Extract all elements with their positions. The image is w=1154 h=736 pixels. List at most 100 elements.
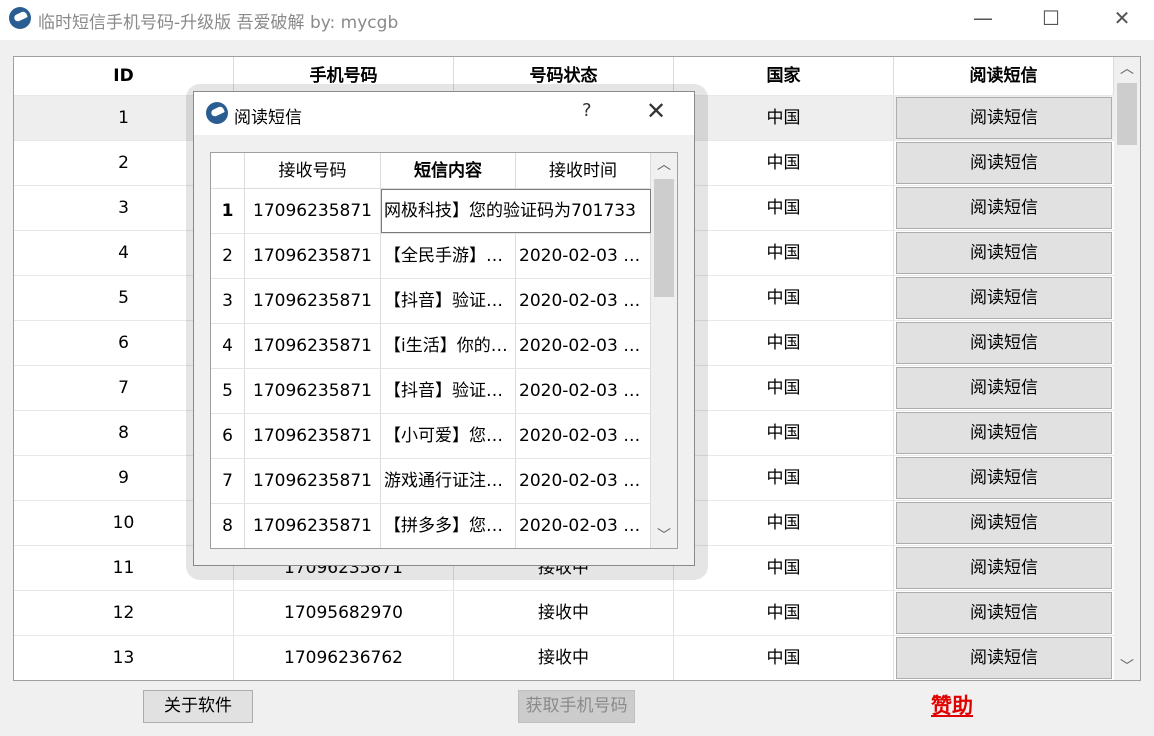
cell-read-sms: 阅读短信 bbox=[894, 276, 1114, 320]
sms-cell-content: 【i生活】你的… bbox=[381, 324, 516, 368]
dialog-title: 阅读短信 bbox=[234, 108, 302, 128]
sms-cell-phone: 17096235871 bbox=[245, 414, 381, 458]
read-sms-button[interactable]: 阅读短信 bbox=[896, 457, 1112, 499]
sms-cell-time: 2020-02-03 … bbox=[516, 324, 651, 368]
sms-cell-content: 【抖音】验证… bbox=[381, 369, 516, 413]
read-sms-button[interactable]: 阅读短信 bbox=[896, 367, 1112, 409]
cell-read-sms: 阅读短信 bbox=[894, 636, 1114, 680]
sms-row-index: 8 bbox=[211, 504, 245, 548]
table-scrollbar[interactable]: ︿ ﹀ bbox=[1114, 57, 1140, 680]
dialog-logo-icon bbox=[206, 102, 228, 124]
sms-cell-content: 【拼多多】您… bbox=[381, 504, 516, 548]
sms-cell-content: 游戏通行证注… bbox=[381, 459, 516, 503]
column-header-sms-content[interactable]: 短信内容 bbox=[381, 153, 516, 189]
sms-scroll-down-arrow-icon[interactable]: ﹀ bbox=[651, 524, 677, 548]
sms-cell-time: 2020-02-03 … bbox=[516, 459, 651, 503]
sms-cell-phone: 17096235871 bbox=[245, 189, 381, 233]
sms-cell-content: 【小可爱】您… bbox=[381, 414, 516, 458]
cell-status: 接收中 bbox=[454, 636, 674, 680]
dialog-help-button[interactable]: ? bbox=[582, 100, 592, 121]
title-bar: 临时短信手机号码-升级版 吾爱破解 by: mycgb — ☐ ✕ bbox=[0, 0, 1154, 40]
read-sms-dialog: 阅读短信 ? ✕ 接收号码 短信内容 接收时间 1 17096235871 2 170… bbox=[193, 91, 695, 566]
sms-row-index: 4 bbox=[211, 324, 245, 368]
cell-phone: 17095682970 bbox=[234, 591, 454, 635]
sms-scroll-up-arrow-icon[interactable]: ︿ bbox=[651, 153, 677, 177]
sms-row[interactable]: 8 17096235871 【拼多多】您… 2020-02-03 … bbox=[211, 504, 651, 548]
sms-scrollbar-thumb[interactable] bbox=[654, 179, 674, 297]
read-sms-button[interactable]: 阅读短信 bbox=[896, 277, 1112, 319]
sms-cell-time: 2020-02-03 … bbox=[516, 369, 651, 413]
read-sms-button[interactable]: 阅读短信 bbox=[896, 232, 1112, 274]
read-sms-button[interactable]: 阅读短信 bbox=[896, 142, 1112, 184]
cell-status: 接收中 bbox=[454, 591, 674, 635]
cell-read-sms: 阅读短信 bbox=[894, 456, 1114, 500]
column-header-read-sms[interactable]: 阅读短信 bbox=[894, 57, 1114, 95]
sms-row[interactable]: 2 17096235871 【全民手游】… 2020-02-03 … bbox=[211, 234, 651, 279]
sms-cell-phone: 17096235871 bbox=[245, 279, 381, 323]
sms-cell-phone: 17096235871 bbox=[245, 459, 381, 503]
sms-table-body: 1 17096235871 2 17096235871 【全民手游】… 2020-02-0… bbox=[211, 189, 651, 548]
read-sms-button[interactable]: 阅读短信 bbox=[896, 322, 1112, 364]
dialog-close-button[interactable]: ✕ bbox=[646, 97, 666, 125]
cell-id: 13 bbox=[14, 636, 234, 680]
cell-read-sms: 阅读短信 bbox=[894, 186, 1114, 230]
cell-read-sms: 阅读短信 bbox=[894, 366, 1114, 410]
sms-cell-time: 2020-02-03 … bbox=[516, 279, 651, 323]
sms-row[interactable]: 6 17096235871 【小可爱】您… 2020-02-03 … bbox=[211, 414, 651, 459]
sms-row[interactable]: 3 17096235871 【抖音】验证… 2020-02-03 … bbox=[211, 279, 651, 324]
sponsor-link[interactable]: 赞助 bbox=[931, 690, 973, 720]
window-title: 临时短信手机号码-升级版 吾爱破解 by: mycgb bbox=[38, 13, 399, 33]
sms-cell-phone: 17096235871 bbox=[245, 324, 381, 368]
read-sms-button[interactable]: 阅读短信 bbox=[896, 637, 1112, 679]
cell-read-sms: 阅读短信 bbox=[894, 591, 1114, 635]
about-software-button[interactable]: 关于软件 bbox=[143, 690, 253, 723]
cell-read-sms: 阅读短信 bbox=[894, 141, 1114, 185]
cell-id: 12 bbox=[14, 591, 234, 635]
column-header-receive-time[interactable]: 接收时间 bbox=[516, 153, 651, 189]
sms-cell-phone: 17096235871 bbox=[245, 504, 381, 548]
sms-row[interactable]: 5 17096235871 【抖音】验证… 2020-02-03 … bbox=[211, 369, 651, 414]
sms-cell-content: 【抖音】验证… bbox=[381, 279, 516, 323]
sms-row[interactable]: 7 17096235871 游戏通行证注… 2020-02-03 … bbox=[211, 459, 651, 504]
sms-row-index: 1 bbox=[211, 189, 245, 233]
column-header-country[interactable]: 国家 bbox=[674, 57, 894, 95]
sms-row-index: 3 bbox=[211, 279, 245, 323]
sms-row-index: 2 bbox=[211, 234, 245, 278]
read-sms-button[interactable]: 阅读短信 bbox=[896, 592, 1112, 634]
cell-country: 中国 bbox=[674, 636, 894, 680]
read-sms-button[interactable]: 阅读短信 bbox=[896, 547, 1112, 589]
read-sms-button[interactable]: 阅读短信 bbox=[896, 502, 1112, 544]
cell-phone: 17096236762 bbox=[234, 636, 454, 680]
get-phone-number-button[interactable]: 获取手机号码 bbox=[518, 690, 635, 723]
sms-cell-phone: 17096235871 bbox=[245, 234, 381, 278]
sms-row-index: 7 bbox=[211, 459, 245, 503]
cell-read-sms: 阅读短信 bbox=[894, 501, 1114, 545]
sms-row[interactable]: 4 17096235871 【i生活】你的… 2020-02-03 … bbox=[211, 324, 651, 369]
table-row[interactable]: 13 17096236762 接收中 中国 阅读短信 bbox=[14, 635, 1114, 680]
sms-content-edit-field[interactable]: 网极科技】您的验证码为701733 bbox=[381, 189, 651, 233]
cell-country: 中国 bbox=[674, 591, 894, 635]
close-window-button[interactable]: ✕ bbox=[1092, 0, 1152, 36]
sms-table-scrollbar[interactable]: ︿ ﹀ bbox=[651, 153, 677, 548]
cell-read-sms: 阅读短信 bbox=[894, 411, 1114, 455]
sms-cell-time: 2020-02-03 … bbox=[516, 504, 651, 548]
sms-row-index: 6 bbox=[211, 414, 245, 458]
sms-table-header: 接收号码 短信内容 接收时间 bbox=[211, 153, 651, 189]
scrollbar-thumb[interactable] bbox=[1117, 83, 1137, 145]
minimize-button[interactable]: — bbox=[953, 0, 1013, 36]
app-logo-icon bbox=[9, 7, 31, 29]
maximize-button[interactable]: ☐ bbox=[1021, 0, 1081, 36]
sms-cell-phone: 17096235871 bbox=[245, 369, 381, 413]
scroll-up-arrow-icon[interactable]: ︿ bbox=[1114, 57, 1140, 81]
dialog-title-bar: 阅读短信 ? ✕ bbox=[194, 92, 694, 135]
cell-read-sms: 阅读短信 bbox=[894, 96, 1114, 140]
read-sms-button[interactable]: 阅读短信 bbox=[896, 412, 1112, 454]
column-header-receive-number[interactable]: 接收号码 bbox=[245, 153, 381, 189]
scroll-down-arrow-icon[interactable]: ﹀ bbox=[1114, 655, 1140, 679]
read-sms-button[interactable]: 阅读短信 bbox=[896, 187, 1112, 229]
cell-read-sms: 阅读短信 bbox=[894, 231, 1114, 275]
sms-cell-content: 【全民手游】… bbox=[381, 234, 516, 278]
read-sms-button[interactable]: 阅读短信 bbox=[896, 97, 1112, 139]
table-row[interactable]: 12 17095682970 接收中 中国 阅读短信 bbox=[14, 590, 1114, 635]
sms-row-index: 5 bbox=[211, 369, 245, 413]
